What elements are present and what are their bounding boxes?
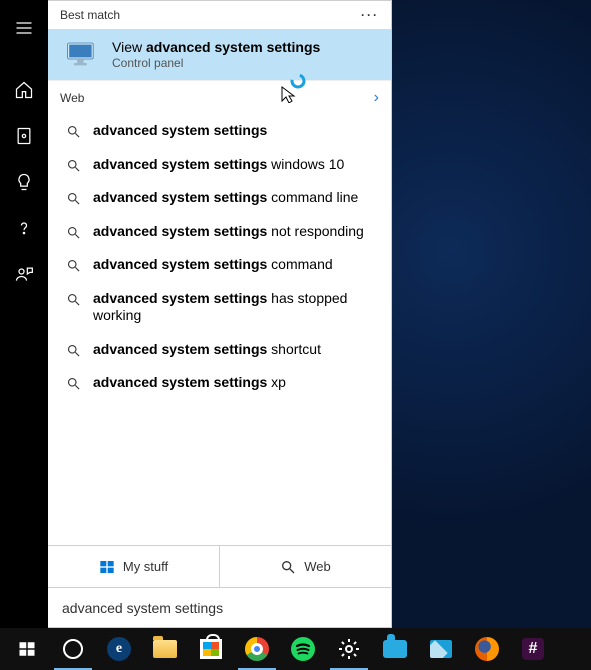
search-icon [66,343,81,358]
search-icon [66,158,81,173]
taskbar-edge[interactable]: e [96,628,142,670]
hamburger-icon [14,18,34,38]
web-result-text: advanced system settings not responding [93,223,364,241]
search-panel: Best match ··· View advanced system sett… [48,0,392,628]
person-speech-icon [14,264,34,284]
search-icon [66,292,81,307]
sidebar-feedback[interactable] [0,254,48,294]
taskbar-firefox[interactable] [464,628,510,670]
web-result-row[interactable]: advanced system settings windows 10 [48,148,391,182]
web-result-text: advanced system settings command line [93,189,358,207]
taskbar-slack[interactable]: # [510,628,556,670]
web-result-row[interactable]: advanced system settings has stopped wor… [48,282,391,333]
folder-icon [153,640,177,658]
question-icon [14,218,34,238]
search-query-text: advanced system settings [62,600,223,616]
best-match-result[interactable]: View advanced system settings Control pa… [48,29,391,80]
windows-logo-icon [15,637,39,661]
web-result-text: advanced system settings xp [93,374,286,392]
home-icon [14,80,34,100]
taskbar-cortana-search[interactable] [50,628,96,670]
sidebar-tips[interactable] [0,162,48,202]
web-result-text: advanced system settings has stopped wor… [93,290,377,325]
search-icon [66,191,81,206]
cortana-circle-icon [63,639,83,659]
photo-icon [430,640,452,658]
web-result-row[interactable]: advanced system settings [48,114,391,148]
taskbar-file-explorer[interactable] [142,628,188,670]
web-result-text: advanced system settings command [93,256,333,274]
best-match-header: Best match ··· [48,1,391,29]
gear-icon [337,637,361,661]
search-input[interactable]: advanced system settings [48,587,391,627]
search-icon [66,376,81,391]
taskbar-photos[interactable] [418,628,464,670]
sidebar-home[interactable] [0,70,48,110]
store-icon [200,639,222,659]
web-section-header[interactable]: Web › [48,80,391,114]
desktop-wallpaper [392,0,591,628]
monitor-icon [66,41,98,69]
lightbulb-icon [14,172,34,192]
web-result-text: advanced system settings shortcut [93,341,321,359]
camera-icon [383,640,407,658]
slack-icon: # [522,638,544,660]
web-result-text: advanced system settings windows 10 [93,156,344,174]
taskbar: e # [0,628,591,670]
search-sidebar [0,0,48,628]
search-icon [280,559,296,575]
taskbar-settings[interactable] [326,628,372,670]
web-result-text: advanced system settings [93,122,267,140]
scope-web[interactable]: Web [219,546,391,587]
start-button[interactable] [4,628,50,670]
spotify-icon [291,637,315,661]
best-match-title-text: View advanced system settings [112,39,320,55]
taskbar-chrome[interactable] [234,628,280,670]
sidebar-help[interactable] [0,208,48,248]
scope-my-stuff[interactable]: My stuff [48,546,219,587]
firefox-icon [475,637,499,661]
notebook-icon [14,126,34,146]
web-section-title: Web [60,91,84,105]
search-icon [66,124,81,139]
taskbar-camera[interactable] [372,628,418,670]
chrome-icon [245,637,269,661]
web-result-row[interactable]: advanced system settings command line [48,181,391,215]
search-icon [66,225,81,240]
web-result-row[interactable]: advanced system settings shortcut [48,333,391,367]
chevron-right-icon: › [374,89,379,107]
web-result-row[interactable]: advanced system settings not responding [48,215,391,249]
more-button[interactable]: ··· [361,8,379,22]
sidebar-notebook[interactable] [0,116,48,156]
taskbar-store[interactable] [188,628,234,670]
web-results-list: advanced system settings advanced system … [48,114,391,545]
scope-bar: My stuff Web [48,545,391,587]
windows-logo-icon [99,559,115,575]
best-match-subtitle: Control panel [112,56,320,70]
web-result-row[interactable]: advanced system settings xp [48,366,391,400]
search-icon [66,258,81,273]
best-match-title: Best match [60,8,120,22]
hamburger-button[interactable] [0,8,48,48]
web-result-row[interactable]: advanced system settings command [48,248,391,282]
taskbar-spotify[interactable] [280,628,326,670]
edge-icon: e [107,637,131,661]
